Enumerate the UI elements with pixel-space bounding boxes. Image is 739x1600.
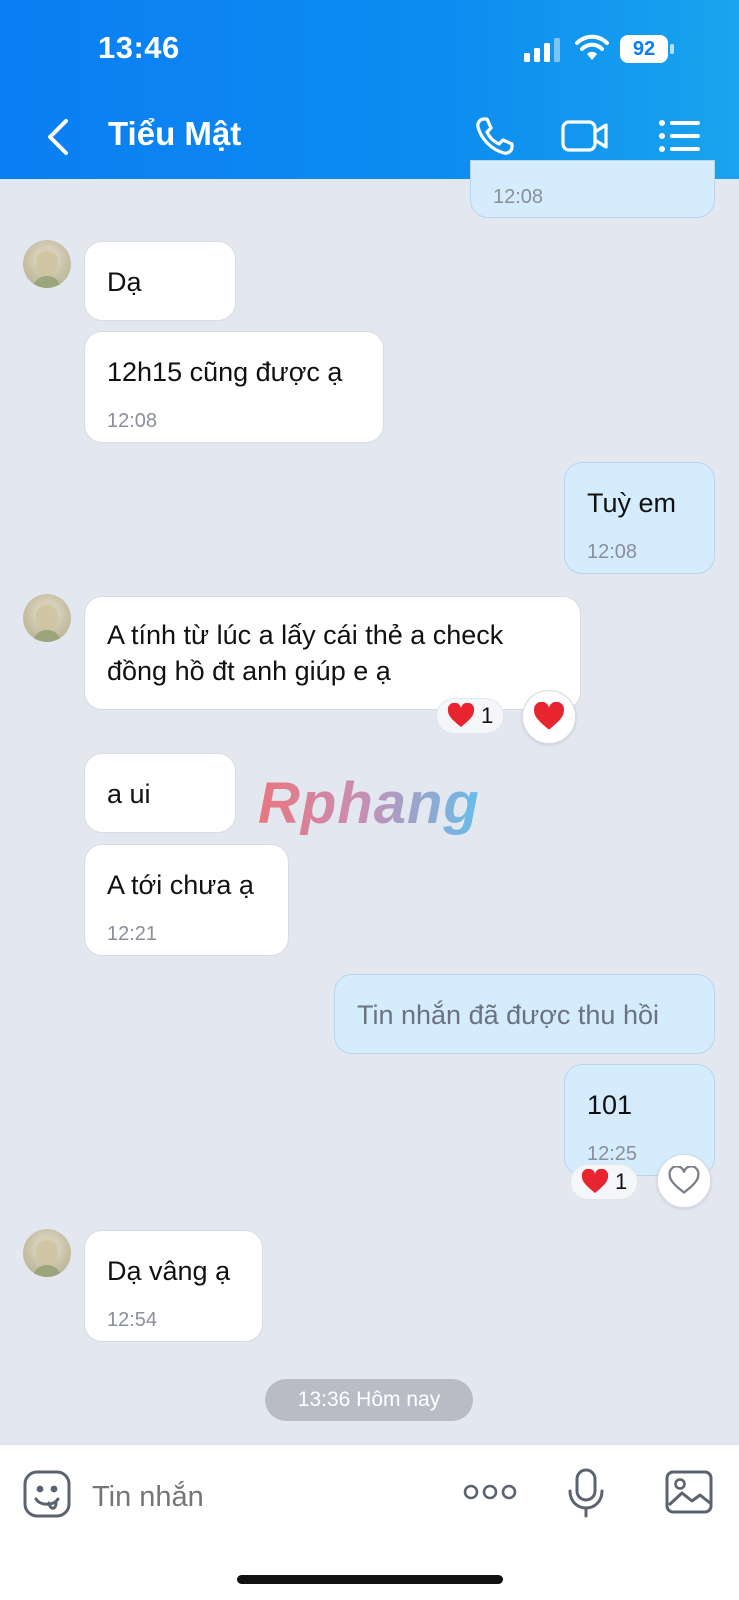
- contact-avatar[interactable]: [23, 594, 71, 642]
- message-time: 12:08: [493, 186, 544, 208]
- reaction-count: 1: [481, 703, 494, 728]
- contact-avatar[interactable]: [23, 1229, 71, 1277]
- message-time: 12:21: [107, 923, 158, 945]
- contact-name[interactable]: Tiểu Mật: [108, 115, 241, 153]
- back-arrow-icon[interactable]: [40, 115, 76, 159]
- reaction-summary[interactable]: 1: [570, 1164, 639, 1200]
- react-heart-button[interactable]: [657, 1154, 711, 1208]
- message-text: Dạ: [107, 267, 142, 297]
- battery-icon: 92: [620, 35, 674, 63]
- home-indicator: [237, 1575, 503, 1584]
- message-bubble-incoming[interactable]: Dạ vâng ạ 12:54: [84, 1230, 263, 1342]
- menu-list-icon[interactable]: [656, 113, 706, 159]
- heart-icon: [447, 703, 475, 727]
- message-text: Dạ vâng ạ: [107, 1256, 231, 1286]
- status-time: 13:46: [98, 30, 180, 65]
- reaction-summary[interactable]: 1: [436, 698, 505, 734]
- message-text: a ui: [107, 779, 151, 809]
- wifi-icon: [575, 34, 609, 60]
- message-composer: [0, 1444, 739, 1600]
- message-time: 12:08: [587, 541, 638, 563]
- message-bubble-incoming[interactable]: Dạ: [84, 241, 236, 321]
- heart-icon: [534, 702, 564, 730]
- message-bubble-outgoing[interactable]: Tuỳ em 12:08: [564, 462, 715, 574]
- video-call-icon[interactable]: [560, 113, 610, 159]
- message-time: 12:54: [107, 1309, 158, 1331]
- more-options-icon[interactable]: [462, 1479, 518, 1505]
- message-text: 12h15 cũng được ạ: [107, 357, 343, 387]
- image-gallery-icon[interactable]: [664, 1469, 714, 1515]
- cellular-signal-icon: [524, 38, 560, 62]
- message-text-line-2: đồng hồ đt anh giúp e ạ: [107, 656, 391, 686]
- message-text: A tới chưa ạ: [107, 870, 254, 900]
- microphone-icon[interactable]: [566, 1467, 606, 1519]
- heart-outline-icon: [668, 1166, 700, 1194]
- react-heart-button[interactable]: [522, 690, 576, 744]
- message-time: 12:08: [107, 410, 158, 432]
- message-bubble-incoming[interactable]: A tới chưa ạ 12:21: [84, 844, 289, 956]
- heart-icon: [581, 1169, 609, 1193]
- message-recalled-notice[interactable]: Tin nhắn đã được thu hồi: [334, 974, 715, 1054]
- message-text: Tuỳ em: [587, 488, 677, 518]
- message-bubble-incoming[interactable]: a ui: [84, 753, 236, 833]
- status-bar: 13:46 92: [0, 0, 739, 95]
- watermark-logo: Rphang: [258, 771, 480, 836]
- battery-level: 92: [620, 35, 668, 63]
- message-input[interactable]: [92, 1477, 422, 1517]
- message-bubble-outgoing[interactable]: 12:08: [470, 160, 715, 218]
- date-separator: 13:36 Hôm nay: [265, 1379, 473, 1421]
- phone-call-icon[interactable]: [472, 113, 522, 159]
- sticker-emoji-icon[interactable]: [22, 1469, 72, 1519]
- message-text: Tin nhắn đã được thu hồi: [357, 1000, 659, 1030]
- message-bubble-incoming[interactable]: A tính từ lúc a lấy cái thẻ a check đồng…: [84, 596, 581, 710]
- reaction-count: 1: [615, 1169, 628, 1194]
- message-text: 101: [587, 1090, 633, 1120]
- contact-avatar[interactable]: [23, 240, 71, 288]
- message-text-line-1: A tính từ lúc a lấy cái thẻ a check: [107, 620, 504, 650]
- message-bubble-incoming[interactable]: 12h15 cũng được ạ 12:08: [84, 331, 384, 443]
